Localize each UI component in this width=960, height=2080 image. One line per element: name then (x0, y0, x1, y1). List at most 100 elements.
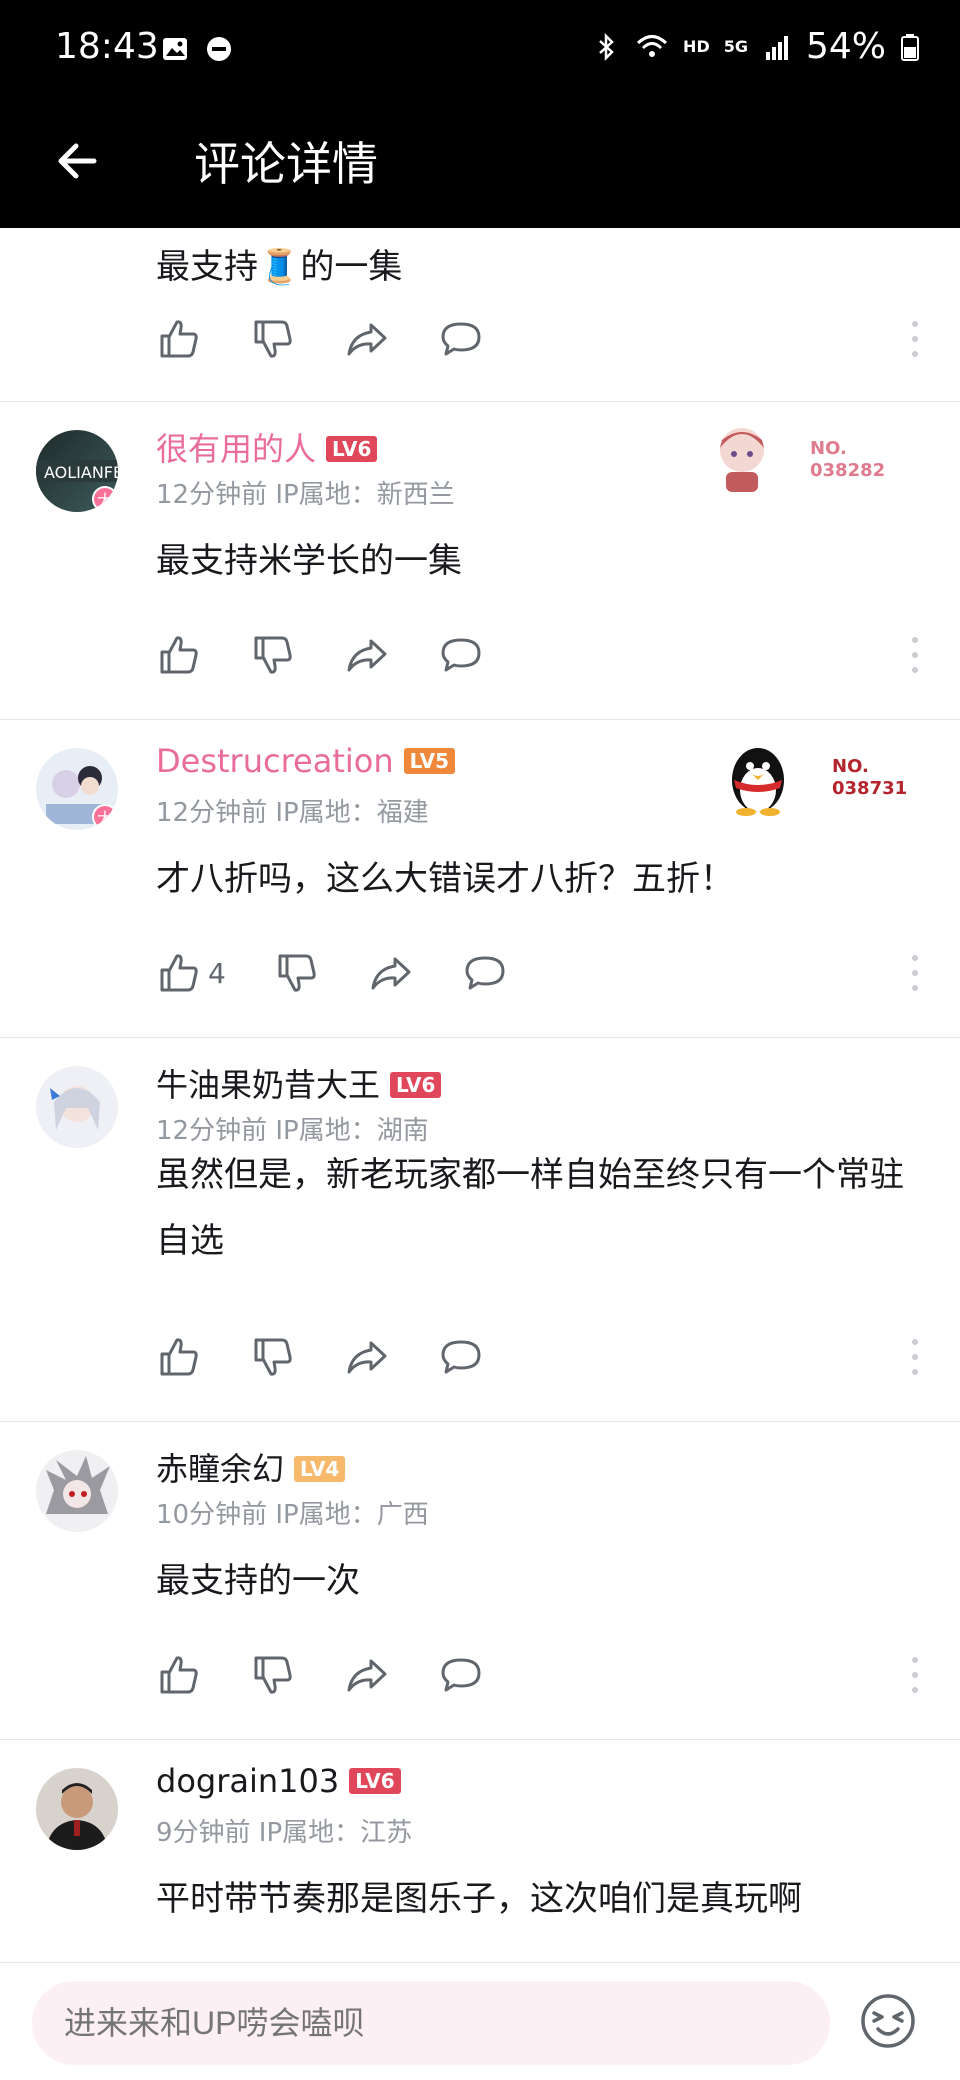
status-time: 18:43 (55, 26, 159, 67)
comment-actions (156, 1652, 484, 1698)
username[interactable]: 赤瞳余幻 LV4 (156, 1444, 346, 1490)
share-button[interactable] (344, 632, 390, 678)
battery-percent: 54% (805, 26, 886, 67)
username[interactable]: Destrucreation LV5 (156, 742, 456, 780)
dislike-button[interactable] (250, 316, 296, 362)
comment-item: AOLIANFE 大 很有用的人 LV6 12分钟前 IP属地：新西兰 NO. 0… (0, 402, 960, 720)
network-gen-label: 5G (723, 37, 748, 56)
dislike-icon (254, 1338, 292, 1376)
back-arrow-icon[interactable] (50, 134, 104, 188)
comment-actions (156, 1334, 484, 1380)
comment-item: 赤瞳余幻 LV4 10分钟前 IP属地：广西 最支持的一次 (0, 1422, 960, 1740)
like-button[interactable] (156, 632, 202, 678)
reply-icon (441, 1658, 481, 1692)
like-button[interactable] (156, 1334, 202, 1380)
like-icon (160, 320, 198, 358)
more-icon[interactable] (900, 950, 930, 996)
share-icon (347, 639, 387, 672)
wifi-icon (637, 34, 668, 57)
level-badge: LV6 (326, 436, 378, 462)
like-button[interactable] (156, 950, 202, 996)
dislike-button[interactable] (250, 1652, 296, 1698)
avatar[interactable]: 大 (36, 748, 118, 830)
avatar-badge: 大 (92, 486, 118, 512)
reply-button[interactable] (438, 1334, 484, 1380)
comment-actions (156, 632, 484, 678)
reply-icon (441, 638, 481, 672)
dislike-button[interactable] (250, 1334, 296, 1380)
dislike-button[interactable] (250, 632, 296, 678)
like-icon (160, 636, 198, 674)
share-button[interactable] (344, 1652, 390, 1698)
reply-button[interactable] (438, 632, 484, 678)
like-count: 4 (208, 956, 226, 990)
level-badge: LV6 (390, 1072, 442, 1098)
comment-text: 最支持🧵的一集 (156, 247, 403, 287)
network-label: HD (683, 37, 710, 56)
fan-card-no: NO. (832, 756, 869, 777)
more-icon[interactable] (900, 1652, 930, 1698)
qq-penguin-icon (732, 748, 784, 816)
share-button[interactable] (344, 1334, 390, 1380)
comment-meta: 12分钟前 IP属地：福建 (156, 798, 429, 828)
comment-meta: 12分钟前 IP属地：新西兰 (156, 480, 455, 510)
share-icon (347, 1659, 387, 1692)
reply-icon (441, 322, 481, 356)
comment-text: 最支持米学长的一集 (156, 541, 462, 581)
battery-icon (901, 33, 919, 61)
like-icon (160, 1338, 198, 1376)
avatar-image (50, 1086, 100, 1130)
share-icon (371, 957, 411, 990)
status-bar: 18:43 HD 5G 54% (0, 0, 960, 100)
comment-meta: 9分钟前 IP属地：江苏 (156, 1818, 413, 1848)
dnd-icon (207, 37, 231, 61)
avatar[interactable] (36, 1066, 118, 1148)
dislike-icon (254, 320, 292, 358)
reply-button[interactable] (438, 316, 484, 362)
comment-actions (156, 316, 484, 362)
share-icon (347, 323, 387, 356)
username[interactable]: 牛油果奶昔大王 LV6 (156, 1060, 442, 1106)
username[interactable]: 很有用的人 LV6 (156, 424, 378, 470)
level-badge: LV5 (403, 748, 456, 774)
avatar[interactable] (36, 1450, 118, 1532)
more-icon[interactable] (900, 316, 930, 362)
dislike-icon (254, 1656, 292, 1694)
comment-actions: 4 (156, 950, 508, 996)
signal-icon (765, 35, 788, 60)
dislike-button[interactable] (274, 950, 320, 996)
like-button[interactable] (156, 316, 202, 362)
header-bar: 评论详情 (0, 100, 960, 228)
like-icon (160, 1656, 198, 1694)
share-button[interactable] (368, 950, 414, 996)
like-icon (160, 954, 198, 992)
comment-item: 最支持🧵的一集 (0, 228, 960, 402)
comment-item: 牛油果奶昔大王 LV6 12分钟前 IP属地：湖南 虽然但是，新老玩家都一样自始至… (0, 1038, 960, 1422)
comment-text: 最支持的一次 (156, 1561, 360, 1601)
avatar[interactable] (36, 1768, 118, 1850)
fan-card-avatar-icon (720, 428, 764, 492)
comment-text: 才八折吗，这么大错误才八折？五折！ (156, 859, 734, 899)
reply-button[interactable] (462, 950, 508, 996)
more-icon[interactable] (900, 632, 930, 678)
bluetooth-icon (599, 32, 614, 61)
fan-card[interactable]: NO. 038731 (722, 738, 912, 818)
dislike-icon (254, 636, 292, 674)
more-icon[interactable] (900, 1334, 930, 1380)
reply-bar (0, 1962, 960, 2080)
fan-card[interactable]: NO. 038282 (702, 420, 912, 500)
fan-card-number: 038282 (810, 460, 886, 481)
gallery-icon (163, 38, 187, 60)
avatar[interactable]: AOLIANFE 大 (36, 430, 118, 512)
reply-button[interactable] (438, 1652, 484, 1698)
username[interactable]: dograin103 LV6 (156, 1762, 401, 1800)
dislike-icon (278, 954, 316, 992)
reply-input[interactable] (32, 1981, 830, 2065)
reply-icon (441, 1340, 481, 1374)
like-button[interactable] (156, 1652, 202, 1698)
fan-card-no: NO. (810, 438, 847, 459)
emoji-icon[interactable] (858, 1991, 918, 2051)
avatar-image (46, 1456, 110, 1514)
comment-item: 大 Destrucreation LV5 12分钟前 IP属地：福建 NO. 03… (0, 720, 960, 1038)
share-button[interactable] (344, 316, 390, 362)
